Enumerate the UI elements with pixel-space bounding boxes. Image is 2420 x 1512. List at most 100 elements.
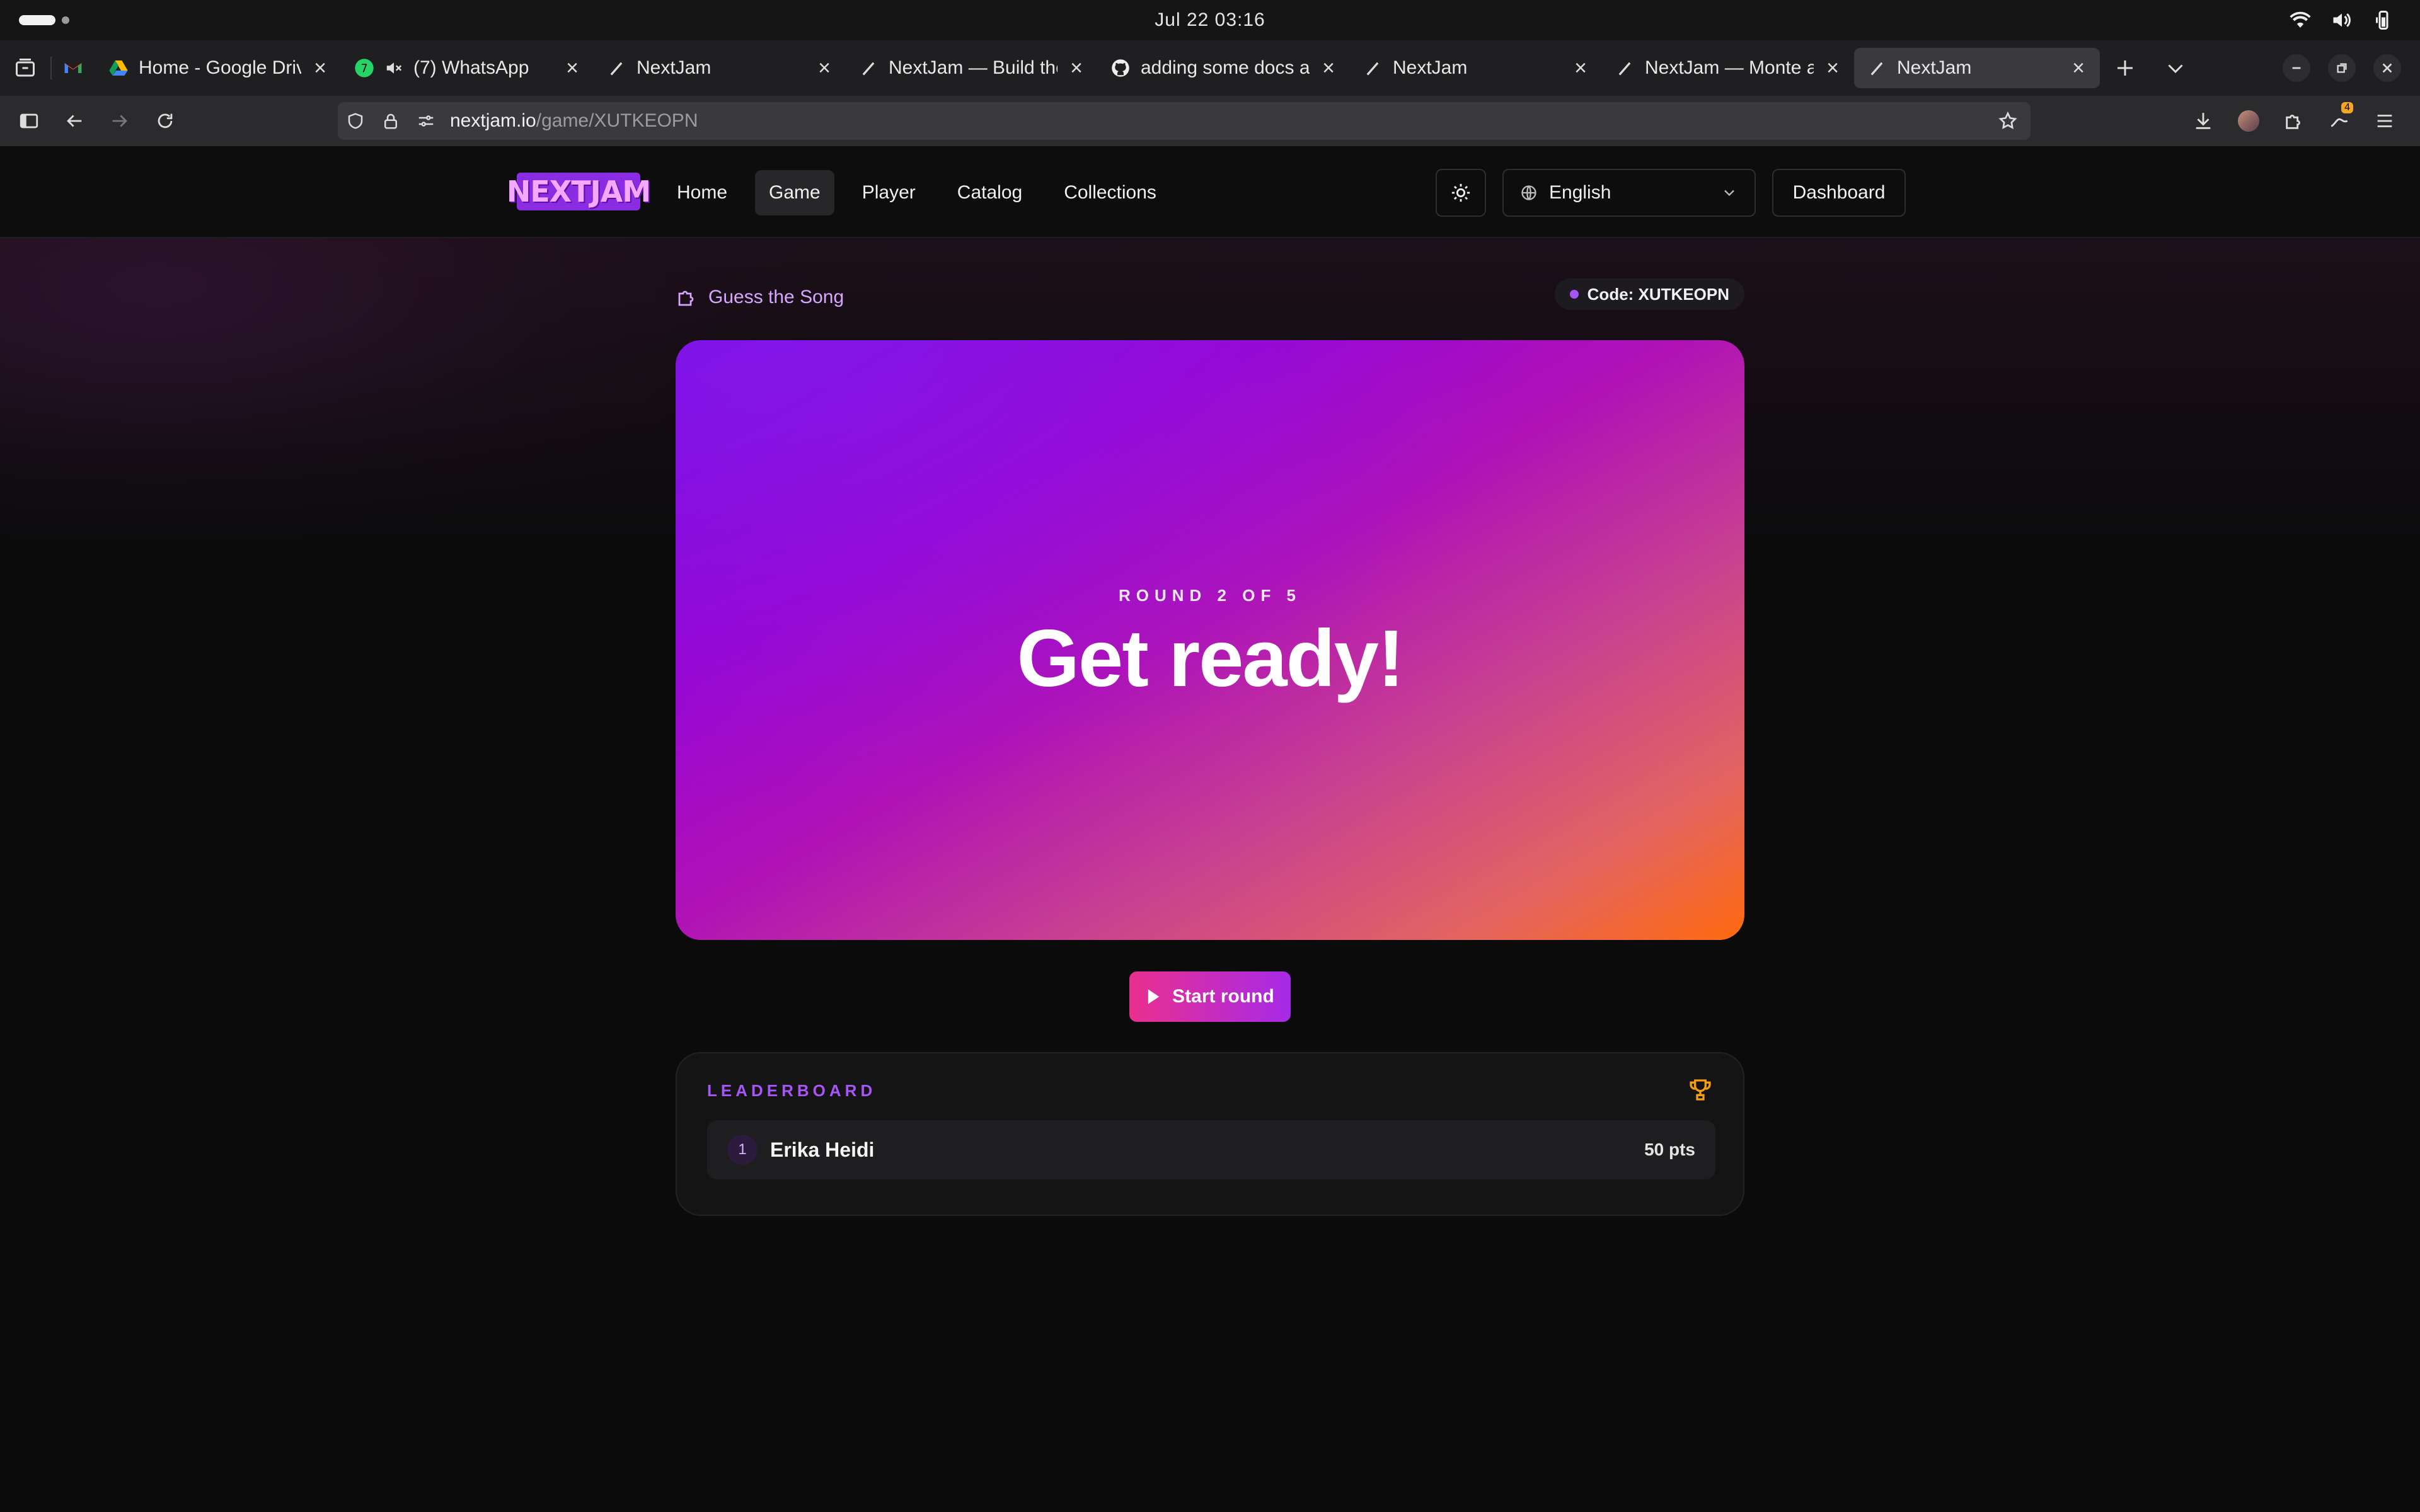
rank-badge: 1 [727,1135,758,1165]
close-tab-icon[interactable]: × [815,57,833,79]
back-button[interactable] [52,96,97,146]
minimize-icon [2292,67,2301,69]
system-tray[interactable] [2289,9,2395,32]
os-top-bar: Jul 22 03:16 [0,0,2420,40]
arrow-right-icon [112,115,127,127]
minimize-button[interactable] [2283,54,2310,82]
nextjam-logo[interactable]: NEXTJAM [507,173,651,210]
extension-icon [2331,118,2348,127]
tab-title: NextJam — Build the [889,57,1057,78]
player-points: 50 pts [1644,1140,1695,1159]
close-tab-icon[interactable]: × [1320,57,1337,79]
site-header: NEXTJAM Home Game Player Catalog Collect… [0,146,2420,238]
round-card: ROUND 2 OF 5 Get ready! [676,340,1744,940]
system-clock[interactable]: Jul 22 03:16 [1155,9,1265,31]
svg-text:7: 7 [360,63,367,76]
nav-home[interactable]: Home [663,170,741,215]
game-code-label: Code: XUTKEOPN [1587,284,1729,304]
battery-icon [2376,11,2388,30]
leaderboard-row: 1 Erika Heidi 50 pts [707,1120,1715,1179]
theme-toggle-button[interactable] [1436,169,1486,217]
close-tab-icon[interactable]: × [1068,57,1085,79]
gmail-icon [63,58,83,78]
site-permissions-icon[interactable] [408,112,444,130]
tab-title: NextJam — Monte a p [1645,57,1814,78]
close-tab-icon[interactable]: × [1824,57,1841,79]
extension-button[interactable]: 4 [2317,96,2362,146]
tab-title: NextJam [637,57,712,78]
nav-game[interactable]: Game [755,170,834,215]
dashboard-button[interactable]: Dashboard [1772,169,1906,217]
list-all-tabs-button[interactable] [2150,40,2201,96]
tab-github[interactable]: adding some docs and × [1098,48,1350,88]
tab-gmail[interactable] [52,48,96,88]
url-host: nextjam.io [450,110,536,131]
sidebar-icon [20,113,38,129]
player-name: Erika Heidi [770,1138,875,1161]
reload-button[interactable] [142,96,188,146]
nextjam-icon [858,58,879,78]
close-icon [2382,63,2392,73]
downloads-button[interactable] [2181,96,2226,146]
close-tab-icon[interactable]: × [311,57,329,79]
extensions-button[interactable] [2271,96,2317,146]
play-icon [1148,989,1160,1004]
tab-nextjam-monte[interactable]: NextJam — Monte a p × [1602,48,1854,88]
puzzle-icon [2286,115,2300,129]
google-drive-icon [108,58,129,78]
tab-nextjam-build[interactable]: NextJam — Build the × [846,48,1098,88]
nextjam-icon [1867,58,1887,78]
game-meta: Guess the Song Code: XUTKEOPN [676,278,1744,316]
nextjam-icon [1363,58,1383,78]
game-type: Guess the Song [676,286,844,309]
close-tab-icon[interactable]: × [563,57,581,79]
browser-toolbar: nextjam.io/game/XUTKEOPN 4 [0,96,2420,146]
lock-icon[interactable] [373,112,408,130]
plus-icon [2118,60,2133,76]
tab-strip: Home - Google Drive × 7 (7) WhatsApp × N… [0,40,2420,96]
tab-nextjam-1[interactable]: NextJam × [594,48,846,88]
close-tab-icon[interactable]: × [2070,57,2087,79]
hamburger-menu-icon [2377,115,2392,127]
tab-whatsapp[interactable]: 7 (7) WhatsApp × [342,48,594,88]
workspace-dot [62,16,69,24]
bookmark-star-icon[interactable] [1998,111,2018,134]
account-button[interactable] [2226,96,2271,146]
sun-icon [1451,183,1470,202]
game-type-label: Guess the Song [708,287,844,307]
tab-title: NextJam [1393,57,1468,78]
start-round-button[interactable]: Start round [1129,971,1291,1022]
muted-speaker-icon[interactable] [384,59,403,77]
whatsapp-icon: 7 [354,58,374,78]
download-icon [2196,113,2211,129]
status-dot [1569,290,1579,299]
nextjam-icon [1615,58,1635,78]
tab-title: Home - Google Drive [139,57,301,78]
tab-google-drive[interactable]: Home - Google Drive × [96,48,342,88]
app-menu-button[interactable] [2362,96,2407,146]
language-select[interactable]: English [1502,169,1756,217]
forward-button[interactable] [97,96,142,146]
url-text: nextjam.io/game/XUTKEOPN [450,110,698,132]
nav-player[interactable]: Player [848,170,930,215]
leaderboard-title: LEADERBOARD [707,1081,877,1100]
trophy-icon [1690,1079,1711,1101]
tab-nextjam-active[interactable]: NextJam × [1854,48,2100,88]
avatar-icon [2238,110,2259,132]
reload-icon [158,113,173,129]
close-tab-icon[interactable]: × [1572,57,1589,79]
tab-overview-button[interactable] [0,40,50,96]
sidebar-toggle-button[interactable] [6,96,52,146]
globe-icon [1521,185,1536,200]
round-label: ROUND 2 OF 5 [1118,586,1302,605]
nav-collections[interactable]: Collections [1050,170,1170,215]
address-bar[interactable]: nextjam.io/game/XUTKEOPN [338,102,2031,140]
nav-catalog[interactable]: Catalog [943,170,1036,215]
new-tab-button[interactable] [2100,40,2150,96]
restore-button[interactable] [2328,54,2356,82]
shield-icon[interactable] [338,112,373,130]
activities-indicator[interactable] [19,15,55,25]
close-window-button[interactable] [2373,54,2401,82]
puzzle-icon [678,290,694,306]
tab-nextjam-2[interactable]: NextJam × [1350,48,1602,88]
